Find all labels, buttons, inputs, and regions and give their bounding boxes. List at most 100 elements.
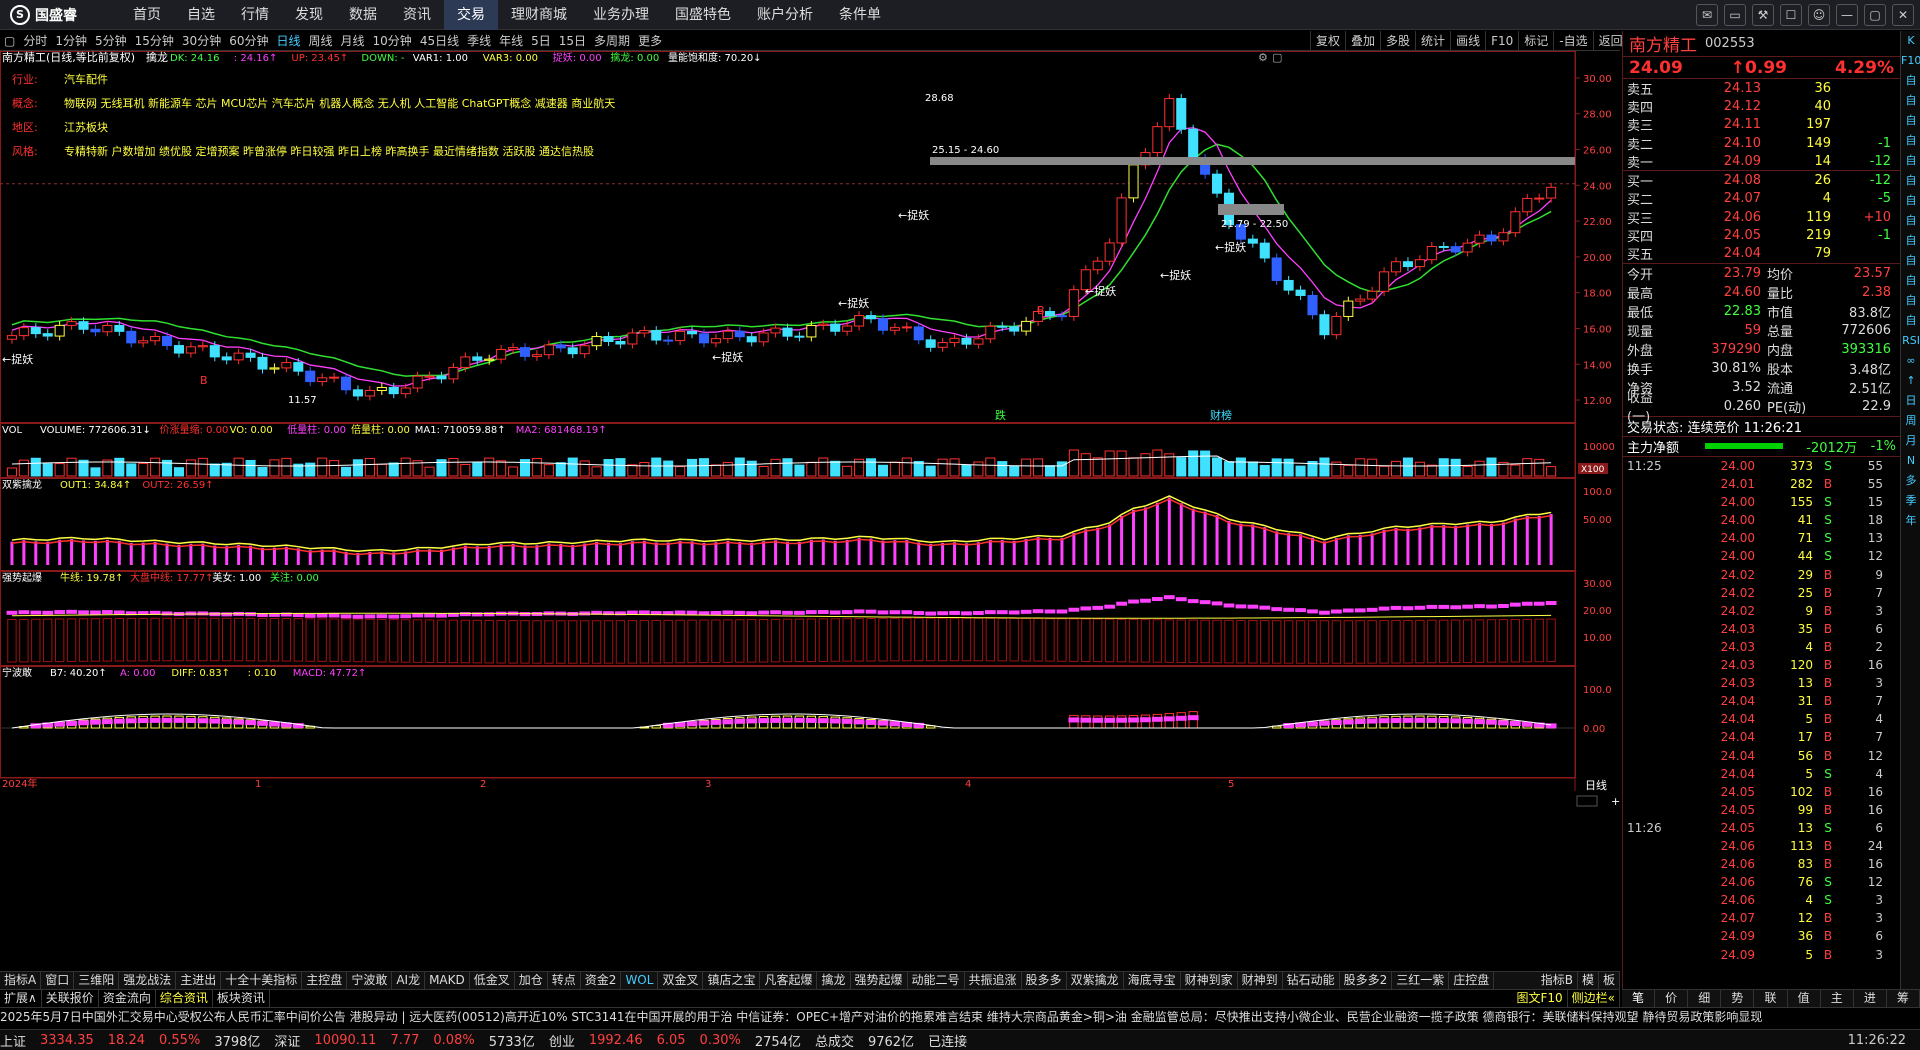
indicator-tab-right[interactable]: 板 xyxy=(1599,972,1620,989)
order-row[interactable]: 买五 24.04 79 xyxy=(1623,245,1900,263)
panel-tab[interactable]: 主 xyxy=(1821,990,1854,1007)
indicator-tab[interactable]: 财神到 xyxy=(1238,972,1283,989)
app-logo[interactable]: S 国盛睿 xyxy=(0,0,120,30)
period-tab[interactable]: 30分钟 xyxy=(178,32,225,49)
period-tab[interactable]: 1分钟 xyxy=(51,32,91,49)
ext-tab[interactable]: 关联报价 xyxy=(42,990,99,1007)
side-icon[interactable]: K xyxy=(1901,31,1920,51)
settings-icon[interactable]: ⚒ xyxy=(1752,4,1774,26)
order-row[interactable]: 卖五 24.13 36 xyxy=(1623,79,1900,98)
side-icon[interactable]: 自 xyxy=(1901,291,1920,311)
indicator-tab[interactable]: 股多多 xyxy=(1022,972,1067,989)
side-icon[interactable]: N xyxy=(1901,451,1920,471)
panel-tab[interactable]: 价 xyxy=(1655,990,1689,1007)
side-icon[interactable]: ↑ xyxy=(1901,371,1920,391)
side-icon[interactable]: 季 xyxy=(1901,491,1920,511)
close-icon[interactable]: ✕ xyxy=(1892,4,1914,26)
indicator-tab[interactable]: 加仓 xyxy=(515,972,548,989)
order-row[interactable]: 买四 24.05 219 -1 xyxy=(1623,226,1900,245)
side-icon[interactable]: F10 xyxy=(1901,51,1920,71)
order-row[interactable]: 卖二 24.10 149 -1 xyxy=(1623,134,1900,153)
menu-item[interactable]: 交易 xyxy=(444,0,498,30)
kline-chart-area[interactable]: 30.00 28.00 26.00 24.00 22.00 20.00 18.00 16.00… xyxy=(0,50,1627,971)
ext-tab[interactable]: 扩展∧ xyxy=(0,990,42,1007)
menu-item[interactable]: 业务办理 xyxy=(580,0,662,30)
chart-svg[interactable]: 30.0028.0026.0024.0022.0020.0018.0016.00… xyxy=(0,50,1627,971)
indicator-tab[interactable]: 双金叉 xyxy=(658,972,704,989)
indicator-tab[interactable]: 资金2 xyxy=(581,972,622,989)
side-icon[interactable]: 自 xyxy=(1901,231,1920,251)
menu-item[interactable]: 国盛特色 xyxy=(662,0,744,30)
side-icon[interactable]: 自 xyxy=(1901,111,1920,131)
order-row[interactable]: 买一 24.08 26 -12 xyxy=(1623,171,1900,190)
period-tab[interactable]: 月线 xyxy=(337,32,369,49)
indicator-tab[interactable]: 转点 xyxy=(548,972,581,989)
indicator-tab[interactable]: 强势起爆 xyxy=(851,972,908,989)
indicator-tab[interactable]: 共振追涨 xyxy=(965,972,1022,989)
mail-icon[interactable]: ▭ xyxy=(1724,4,1746,26)
side-icon[interactable]: 自 xyxy=(1901,171,1920,191)
toolbar-button[interactable]: F10 xyxy=(1485,31,1518,51)
indicator-tab[interactable]: 十全十美指标 xyxy=(221,972,303,989)
period-tab[interactable]: 季线 xyxy=(463,32,495,49)
period-tab[interactable]: 10分钟 xyxy=(369,32,416,49)
period-tab[interactable]: 5分钟 xyxy=(91,32,131,49)
order-row[interactable]: 买二 24.07 4 -5 xyxy=(1623,190,1900,208)
ext-tab[interactable]: 板块资讯 xyxy=(213,990,270,1007)
side-icon[interactable]: 多 xyxy=(1901,471,1920,491)
indicator-tab[interactable]: 强龙战法 xyxy=(119,972,177,989)
menu-item[interactable]: 首页 xyxy=(120,0,174,30)
side-icon[interactable]: 自 xyxy=(1901,151,1920,171)
tick-list[interactable]: 11:25 24.00 373 S 55 24.01 282 B 55 24.00 155 S 15 24… xyxy=(1623,457,1900,964)
menu-item[interactable]: 发现 xyxy=(282,0,336,30)
indicator-tab[interactable]: 窗口 xyxy=(41,972,75,989)
side-icon[interactable]: ∞ xyxy=(1901,351,1920,371)
menu-item[interactable]: 账户分析 xyxy=(744,0,826,30)
minimize-icon[interactable]: — xyxy=(1836,4,1858,26)
period-tab[interactable]: 45日线 xyxy=(416,32,463,49)
side-icon[interactable]: 自 xyxy=(1901,211,1920,231)
indicator-tab[interactable]: 海底寻宝 xyxy=(1124,972,1181,989)
period-tab[interactable]: 更多 xyxy=(634,32,666,49)
side-icon[interactable]: 日 xyxy=(1901,391,1920,411)
side-icon[interactable]: 自 xyxy=(1901,71,1920,91)
order-row[interactable]: 卖一 24.09 14 -12 xyxy=(1623,152,1900,171)
skin-icon[interactable]: ☐ xyxy=(1780,4,1802,26)
menu-item[interactable]: 自选 xyxy=(174,0,228,30)
toolbar-button[interactable]: 标记 xyxy=(1518,31,1553,51)
ext-right-tab[interactable]: 图文F10 xyxy=(1512,990,1568,1007)
side-icon[interactable]: 周 xyxy=(1901,411,1920,431)
indicator-tab-right[interactable]: 指标B xyxy=(1537,972,1578,989)
panel-tab[interactable]: 进 xyxy=(1854,990,1887,1007)
user-icon[interactable]: ☺ xyxy=(1808,4,1830,26)
period-tab[interactable]: 分时 xyxy=(19,32,51,49)
toolbar-button[interactable]: 叠加 xyxy=(1345,31,1380,51)
side-icon[interactable]: 自 xyxy=(1901,271,1920,291)
side-icon[interactable]: 自 xyxy=(1901,191,1920,211)
period-tab[interactable]: 15日 xyxy=(555,32,590,49)
panel-tab[interactable]: 细 xyxy=(1688,990,1722,1007)
indicator-tab[interactable]: 低金叉 xyxy=(470,972,515,989)
period-tab[interactable]: 日线 xyxy=(272,32,304,49)
order-row[interactable]: 卖三 24.11 197 xyxy=(1623,116,1900,134)
menu-item[interactable]: 资讯 xyxy=(390,0,444,30)
indicator-tab[interactable]: 庄控盘 xyxy=(1449,972,1495,989)
indicator-tab[interactable]: 三维阳 xyxy=(74,972,120,989)
indicator-tab[interactable]: 擒龙 xyxy=(817,972,851,989)
indicator-tab[interactable]: 动能二号 xyxy=(908,972,965,989)
toolbar-button[interactable]: -自选 xyxy=(1553,31,1592,51)
period-tab[interactable]: 多周期 xyxy=(590,32,634,49)
toolbar-button[interactable]: 复权 xyxy=(1310,31,1345,51)
indicator-tab[interactable]: WOL xyxy=(621,972,659,989)
order-row[interactable]: 买三 24.06 119 +10 xyxy=(1623,208,1900,227)
ext-tab[interactable]: 资金流向 xyxy=(99,990,156,1007)
indicator-tab[interactable]: 三红一紫 xyxy=(1392,972,1450,989)
news-ticker[interactable]: 2025年5月7日中国外汇交易中心受权公布人民币汇率中间价公告 港股异动 | 远… xyxy=(0,1007,1920,1025)
toolbar-button[interactable]: 统计 xyxy=(1415,31,1450,51)
indicator-tab[interactable]: 财神到家 xyxy=(1181,972,1238,989)
indicator-tab-right[interactable]: 模 xyxy=(1578,972,1599,989)
period-tab[interactable]: 60分钟 xyxy=(225,32,272,49)
order-row[interactable]: 卖四 24.12 40 xyxy=(1623,97,1900,116)
panel-toggle-icon[interactable]: ▢ xyxy=(0,34,19,48)
maximize-icon[interactable]: ▢ xyxy=(1864,4,1886,26)
